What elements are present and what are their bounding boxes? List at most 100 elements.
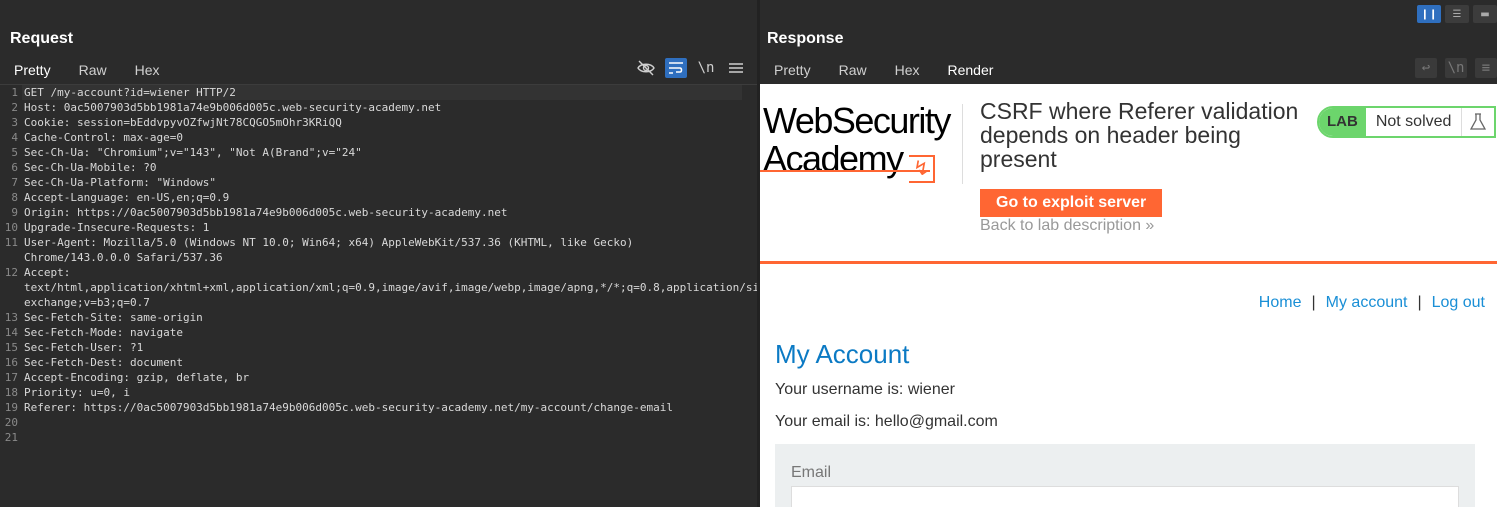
wrap-icon[interactable] <box>665 58 687 78</box>
burp-repeater-view: Request Pretty Raw Hex \n 1 GET /my-accou… <box>0 0 1497 507</box>
request-line: 19 Referer: https://0ac5007903d5bb1981a74… <box>0 400 757 415</box>
line-text: Referer: https://0ac5007903d5bb1981a74e9… <box>24 401 674 414</box>
nav-home-link[interactable]: Home <box>1259 294 1302 312</box>
tab-render[interactable]: Render <box>933 58 1008 86</box>
menu-icon[interactable] <box>725 58 747 78</box>
request-line: 14 Sec-Fetch-Mode: navigate <box>0 325 757 340</box>
lab-banner: WebSecurity Academy ↯ CSRF where Referer … <box>760 84 1497 264</box>
request-line: 20 <box>0 415 757 430</box>
request-line: 5 Sec-Ch-Ua: "Chromium";v="143", "Not A(B… <box>0 145 757 160</box>
request-line: 17 Accept-Encoding: gzip, deflate, br <box>0 370 757 385</box>
line-number: 19 <box>4 401 18 414</box>
line-number: 18 <box>4 386 18 399</box>
request-title: Request <box>10 30 74 47</box>
request-line: 7 Sec-Ch-Ua-Platform: "Windows" <box>0 175 757 190</box>
wrap-icon[interactable]: ↩ <box>1415 58 1437 78</box>
request-line: 1 GET /my-account?id=wiener HTTP/2 <box>0 85 757 100</box>
tab-hex[interactable]: Hex <box>121 58 174 86</box>
response-toolbar: ↩ \n ≡ <box>1415 58 1497 78</box>
request-line: 10 Upgrade-Insecure-Requests: 1 <box>0 220 757 235</box>
newline-toggle-icon[interactable]: \n <box>695 58 717 78</box>
line-text: Upgrade-Insecure-Requests: 1 <box>24 221 210 234</box>
line-text: Sec-Fetch-Mode: navigate <box>24 326 183 339</box>
line-text: Sec-Ch-Ua: "Chromium";v="143", "Not A(Br… <box>24 146 362 159</box>
line-number: 7 <box>11 176 18 189</box>
line-number: 5 <box>11 146 18 159</box>
request-line: 8 Accept-Language: en-US,en;q=0.9 <box>0 190 757 205</box>
newline-toggle-icon[interactable]: \n <box>1445 58 1467 78</box>
line-text: Accept-Language: en-US,en;q=0.9 <box>24 191 230 204</box>
line-text: Sec-Fetch-User: ?1 <box>24 341 144 354</box>
line-number: 12 <box>4 266 18 279</box>
line-text: Cache-Control: max-age=0 <box>24 131 183 144</box>
line-number: 13 <box>4 311 18 324</box>
flask-icon <box>1462 108 1495 136</box>
line-number: 6 <box>11 161 18 174</box>
tab-raw[interactable]: Raw <box>65 58 121 86</box>
line-number: 1 <box>11 86 18 99</box>
tab-hex[interactable]: Hex <box>881 58 934 86</box>
line-text <box>22 415 742 430</box>
line-number: 15 <box>4 341 18 354</box>
eye-off-icon[interactable] <box>635 58 657 78</box>
email-field[interactable] <box>791 486 1459 507</box>
line-number: 3 <box>11 116 18 129</box>
logo-line1: WebSecurity <box>763 100 951 141</box>
request-line: 3 Cookie: session=bEddvpyvOZfwjNt78CQGO5m… <box>0 115 757 130</box>
response-title: Response <box>767 30 844 47</box>
banner-separator <box>962 104 963 184</box>
change-email-form: Email <box>775 444 1475 507</box>
request-line: 16 Sec-Fetch-Dest: document <box>0 355 757 370</box>
request-line: 13 Sec-Fetch-Site: same-origin <box>0 310 757 325</box>
line-text: Sec-Ch-Ua-Mobile: ?0 <box>24 161 157 174</box>
layout-stacked-icon[interactable]: ☰ <box>1445 5 1469 23</box>
request-tabs: Pretty Raw Hex <box>0 58 174 86</box>
request-editor[interactable]: 1 GET /my-account?id=wiener HTTP/2 2 Host: … <box>0 84 792 507</box>
request-line: 6 Sec-Ch-Ua-Mobile: ?0 <box>0 160 757 175</box>
line-number: 2 <box>11 101 18 114</box>
logo-line2: Academy <box>763 138 904 179</box>
tab-pretty[interactable]: Pretty <box>0 58 65 86</box>
request-line: 18 Priority: u=0, i <box>0 385 757 400</box>
line-number: 11 <box>4 236 18 249</box>
request-toolbar: \n <box>635 58 747 78</box>
line-text: Sec-Fetch-Site: same-origin <box>24 311 203 324</box>
request-line: 15 Sec-Fetch-User: ?1 <box>0 340 757 355</box>
nav-logout-link[interactable]: Log out <box>1432 294 1485 312</box>
bolt-icon: ↯ <box>908 155 935 183</box>
logo-underline <box>760 170 930 172</box>
request-line: 9 Origin: https://0ac5007903d5bb1981a74e9… <box>0 205 757 220</box>
tab-raw[interactable]: Raw <box>825 58 881 86</box>
menu-icon[interactable]: ≡ <box>1475 58 1497 78</box>
layout-side-by-side-icon[interactable]: ❙❙ <box>1417 5 1441 23</box>
request-line: 12 Accept: text/html,application/xhtml+xm… <box>0 265 792 310</box>
line-text: User-Agent: Mozilla/5.0 (Windows NT 10.0… <box>24 236 640 264</box>
line-text <box>22 430 742 445</box>
line-text: Priority: u=0, i <box>24 386 130 399</box>
request-line: 21 <box>0 430 757 445</box>
line-number: 17 <box>4 371 18 384</box>
line-number: 10 <box>4 221 18 234</box>
lab-badge: LAB <box>1319 108 1366 136</box>
response-tabs: Pretty Raw Hex Render <box>760 58 1008 86</box>
page-title: My Account <box>775 339 910 369</box>
line-number: 4 <box>11 131 18 144</box>
line-text: Sec-Ch-Ua-Platform: "Windows" <box>24 176 217 189</box>
nav-my-account-link[interactable]: My account <box>1326 294 1408 312</box>
back-to-lab-link[interactable]: Back to lab description » <box>980 217 1154 235</box>
request-line: 2 Host: 0ac5007903d5bb1981a74e9b006d005c.… <box>0 100 757 115</box>
email-text: Your email is: hello@gmail.com <box>775 413 998 430</box>
line-text: Host: 0ac5007903d5bb1981a74e9b006d005c.w… <box>24 101 442 114</box>
line-text: Cookie: session=bEddvpyvOZfwjNt78CQGO5mO… <box>24 116 342 129</box>
line-number: 8 <box>11 191 18 204</box>
nav-separator: | <box>1311 294 1316 311</box>
tab-pretty[interactable]: Pretty <box>760 58 825 86</box>
layout-toggle: ❙❙ ☰ ▬ <box>1417 5 1497 23</box>
username-text: Your username is: wiener <box>775 381 955 398</box>
exploit-server-button[interactable]: Go to exploit server <box>980 189 1163 217</box>
line-number: 16 <box>4 356 18 369</box>
layout-tabs-icon[interactable]: ▬ <box>1473 5 1497 23</box>
nav-separator: | <box>1417 294 1422 311</box>
rendered-page: WebSecurity Academy ↯ CSRF where Referer … <box>760 84 1497 507</box>
email-label: Email <box>791 464 832 481</box>
